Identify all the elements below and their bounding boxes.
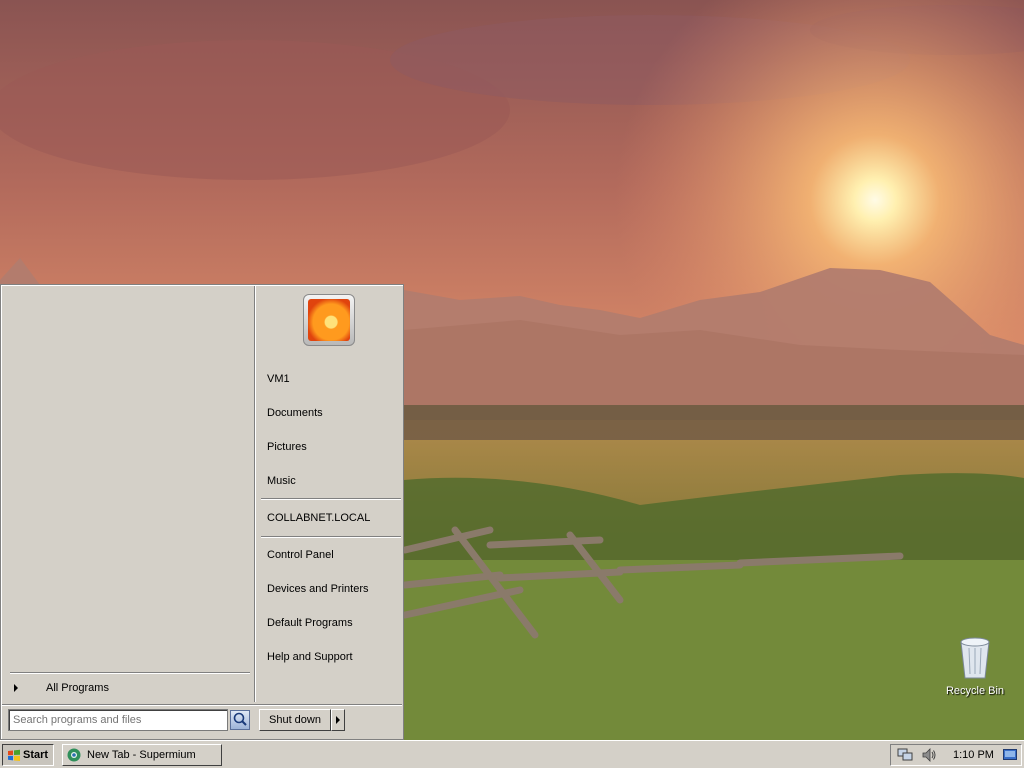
windows-logo-icon [8, 749, 20, 761]
all-programs-label: All Programs [46, 682, 109, 694]
all-programs-separator [10, 672, 250, 674]
search-input[interactable] [8, 709, 228, 731]
search-button[interactable] [230, 710, 250, 730]
user-picture[interactable] [303, 294, 355, 346]
places-separator [261, 536, 401, 538]
all-programs-button[interactable]: All Programs [10, 678, 250, 698]
shutdown-button[interactable]: Shut down [259, 709, 331, 731]
start-item-documents[interactable]: Documents [267, 402, 397, 424]
desktop-icon-recycle-bin[interactable]: Recycle Bin [938, 636, 1012, 697]
clock[interactable]: 1:10 PM [953, 745, 994, 765]
start-item-music[interactable]: Music [267, 470, 397, 492]
volume-icon[interactable] [921, 748, 937, 762]
start-item-help-and-support[interactable]: Help and Support [267, 646, 397, 668]
start-menu-bottom-bar: Shut down [2, 704, 402, 739]
start-item-network-domain[interactable]: COLLABNET.LOCAL [267, 507, 397, 529]
start-item-default-programs[interactable]: Default Programs [267, 612, 397, 634]
shutdown-options-button[interactable] [331, 709, 345, 731]
arrow-right-icon [14, 684, 18, 692]
notification-area: 1:10 PM [890, 744, 1022, 766]
start-label: Start [23, 749, 49, 761]
taskbar: Start New Tab - Supermium 1:10 PM [0, 740, 1024, 768]
pane-divider [254, 286, 256, 702]
places-pane: VM1 Documents Pictures Music COLLABNET.L… [257, 286, 403, 702]
taskbar-button-supermium[interactable]: New Tab - Supermium [62, 744, 222, 766]
flower-icon [308, 299, 350, 341]
programs-pane: All Programs [2, 286, 254, 704]
network-icon[interactable] [897, 748, 913, 762]
supermium-icon [67, 748, 81, 762]
task-label: New Tab - Supermium [87, 749, 196, 761]
recycle-bin-label: Recycle Bin [945, 685, 1005, 697]
recycle-bin-icon [960, 637, 990, 679]
places-separator [261, 498, 401, 500]
show-desktop-icon[interactable] [1003, 748, 1017, 762]
search-icon [233, 712, 247, 726]
start-item-devices-and-printers[interactable]: Devices and Printers [267, 578, 397, 600]
start-item-control-panel[interactable]: Control Panel [267, 544, 397, 566]
start-menu: All Programs VM1 Documents Pictures Musi… [0, 284, 404, 740]
start-item-user[interactable]: VM1 [267, 368, 397, 390]
start-item-pictures[interactable]: Pictures [267, 436, 397, 458]
start-button[interactable]: Start [2, 744, 54, 766]
arrow-right-icon [336, 716, 340, 724]
